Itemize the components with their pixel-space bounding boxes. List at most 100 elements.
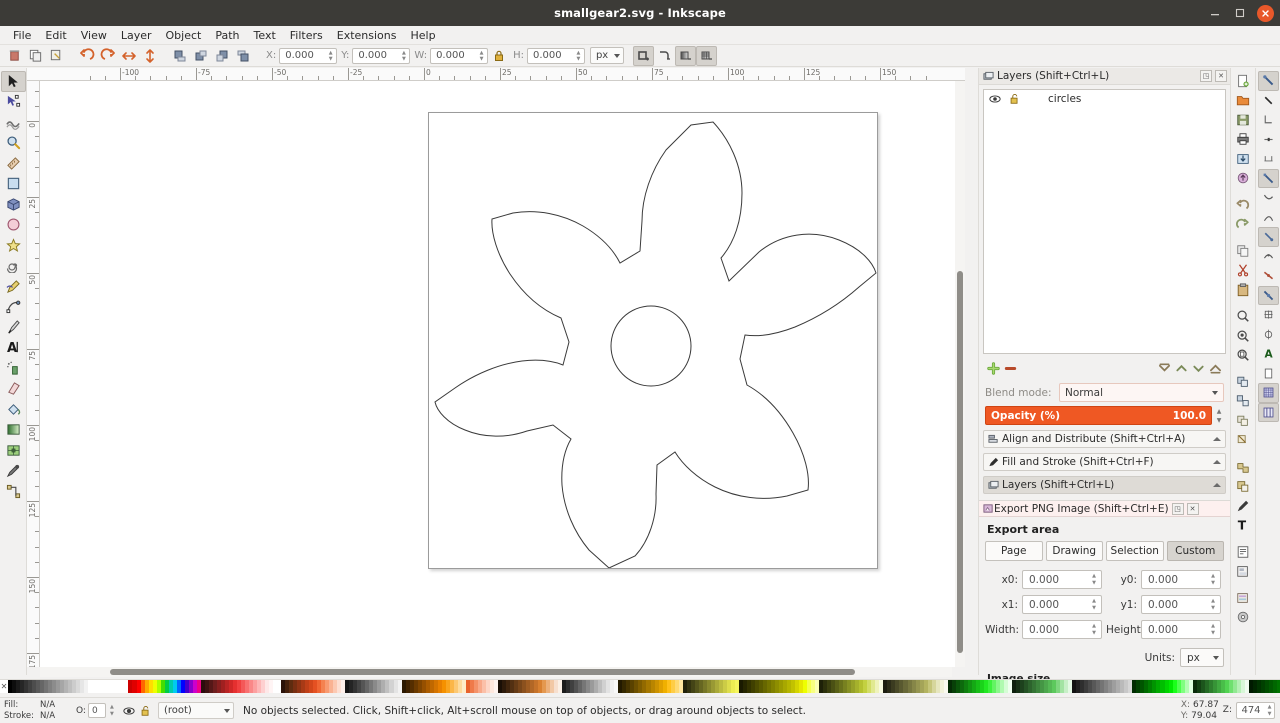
status-opacity-value[interactable]: 0 xyxy=(87,703,106,718)
menu-object[interactable]: Object xyxy=(159,28,209,43)
document-properties-icon[interactable] xyxy=(1233,608,1254,628)
snap-grid-icon[interactable] xyxy=(1257,383,1279,403)
copy-icon[interactable] xyxy=(1233,241,1254,261)
chevron-up-icon[interactable] xyxy=(1213,437,1221,441)
status-opacity-stepper[interactable]: ▲ ▼ xyxy=(108,704,116,718)
menu-filters[interactable]: Filters xyxy=(283,28,330,43)
raise-to-top-icon[interactable] xyxy=(169,46,190,66)
palette-scroll-icon[interactable]: ✕ xyxy=(0,680,8,693)
layers-list[interactable]: circles xyxy=(983,89,1226,354)
color-palette[interactable]: ✕ xyxy=(0,679,1280,693)
x1-field[interactable]: 0.000 ▲ ▼ xyxy=(1022,595,1102,614)
redo-icon[interactable] xyxy=(1233,215,1254,235)
export-area-page-button[interactable]: Page xyxy=(985,541,1043,561)
unclone-icon[interactable] xyxy=(1233,431,1254,451)
snap-object-center-icon[interactable] xyxy=(1258,305,1279,325)
lower-icon[interactable] xyxy=(211,46,232,66)
star-tool[interactable] xyxy=(1,235,26,256)
width-stepper[interactable]: ▲ ▼ xyxy=(1089,623,1099,637)
spray-tool[interactable] xyxy=(1,358,26,379)
paste-icon[interactable] xyxy=(1233,280,1254,300)
snap-page-border-icon[interactable] xyxy=(1258,364,1279,384)
y-stepper[interactable]: ▲ ▼ xyxy=(399,50,408,62)
export-units-select[interactable]: px xyxy=(1180,648,1224,667)
menu-edit[interactable]: Edit xyxy=(38,28,73,43)
pencil-tool[interactable] xyxy=(1,276,26,297)
import-icon[interactable] xyxy=(1233,149,1254,169)
flip-horizontal-icon[interactable] xyxy=(118,46,139,66)
drawing-canvas[interactable] xyxy=(40,81,965,667)
lower-layer-icon[interactable] xyxy=(1190,360,1207,377)
clone-icon[interactable] xyxy=(1233,411,1254,431)
eraser-tool[interactable] xyxy=(1,379,26,400)
height-field[interactable]: 0.000 ▲ ▼ xyxy=(1141,620,1221,639)
raise-layer-icon[interactable] xyxy=(1173,360,1190,377)
duplicate-icon[interactable] xyxy=(25,46,46,66)
save-document-icon[interactable] xyxy=(1233,110,1254,130)
connector-tool[interactable] xyxy=(1,481,26,502)
snap-bbox-edge-icon[interactable] xyxy=(1258,130,1279,150)
h-stepper[interactable]: ▲ ▼ xyxy=(574,50,583,62)
export-icon[interactable] xyxy=(1233,169,1254,189)
snap-text-baseline-icon[interactable]: A xyxy=(1258,344,1279,364)
gear-center-circle[interactable] xyxy=(610,305,692,387)
text-and-font-icon[interactable]: T xyxy=(1233,516,1254,536)
eye-icon[interactable] xyxy=(989,93,1001,105)
zoom-stepper[interactable]: ▲ ▼ xyxy=(1265,704,1274,718)
bucket-fill-tool[interactable] xyxy=(1,399,26,420)
raise-layer-to-top-icon[interactable] xyxy=(1156,360,1173,377)
snap-bbox-icon[interactable] xyxy=(1258,91,1279,111)
maximize-button[interactable] xyxy=(1232,5,1248,21)
vertical-scrollbar[interactable] xyxy=(955,81,965,667)
collapsed-panel-align[interactable]: Align and Distribute (Shift+Ctrl+A) xyxy=(983,430,1226,448)
preferences-icon[interactable] xyxy=(1233,588,1254,608)
difference-icon[interactable] xyxy=(1233,477,1254,497)
menu-extensions[interactable]: Extensions xyxy=(330,28,404,43)
bezier-tool[interactable] xyxy=(1,297,26,318)
snap-guide-icon[interactable] xyxy=(1257,402,1279,422)
menu-text[interactable]: Text xyxy=(247,28,283,43)
menu-file[interactable]: File xyxy=(6,28,38,43)
layer-lock-icon[interactable] xyxy=(140,705,151,717)
export-panel-float-button[interactable]: ◳ xyxy=(1171,502,1184,515)
menu-path[interactable]: Path xyxy=(208,28,246,43)
status-layer-select[interactable]: (root) xyxy=(157,702,234,719)
add-layer-icon[interactable] xyxy=(985,360,1002,377)
raise-icon[interactable] xyxy=(190,46,211,66)
flip-vertical-icon[interactable] xyxy=(139,46,160,66)
calligraphy-tool[interactable] xyxy=(1,317,26,338)
affect-gradients-icon[interactable] xyxy=(675,45,697,66)
x0-field[interactable]: 0.000 ▲ ▼ xyxy=(1022,570,1102,589)
y-field[interactable]: ▲▼ xyxy=(352,47,411,64)
opacity-slider[interactable]: Opacity (%) 100.0 xyxy=(985,406,1212,425)
snap-bbox-midpoint-icon[interactable] xyxy=(1258,149,1279,169)
undo-icon[interactable] xyxy=(1233,195,1254,215)
spiral-tool[interactable] xyxy=(1,256,26,277)
width-field[interactable]: 0.000 ▲ ▼ xyxy=(1022,620,1102,639)
box3d-tool[interactable] xyxy=(1,194,26,215)
layer-name[interactable]: circles xyxy=(1048,93,1081,105)
zoom-tool[interactable] xyxy=(1,133,26,154)
snap-path-icon[interactable] xyxy=(1258,188,1279,208)
minimize-button[interactable] xyxy=(1207,5,1223,21)
export-area-custom-button[interactable]: Custom xyxy=(1166,541,1224,561)
lower-to-bottom-icon[interactable] xyxy=(232,46,253,66)
affect-corners-icon[interactable] xyxy=(654,46,675,66)
canvas-corner-button[interactable] xyxy=(953,667,965,677)
h-field[interactable]: ▲▼ xyxy=(526,47,585,64)
zoom-selection-icon[interactable] xyxy=(1233,307,1254,327)
measure-tool[interactable] xyxy=(1,153,26,174)
open-document-icon[interactable] xyxy=(1233,91,1254,111)
w-stepper[interactable]: ▲ ▼ xyxy=(477,50,486,62)
zoom-field[interactable]: 474 ▲ ▼ xyxy=(1236,702,1275,719)
vertical-scroll-thumb[interactable] xyxy=(957,271,963,653)
layers-panel-close-button[interactable]: ✕ xyxy=(1215,70,1227,82)
blend-mode-select[interactable]: Normal xyxy=(1059,383,1224,402)
clone-icon[interactable] xyxy=(46,46,67,66)
trash-icon[interactable] xyxy=(4,46,25,66)
cut-icon[interactable] xyxy=(1233,261,1254,281)
chevron-up-icon[interactable] xyxy=(1213,460,1221,464)
zoom-drawing-icon[interactable] xyxy=(1233,326,1254,346)
lock-ratio-icon[interactable] xyxy=(488,46,509,66)
tweak-tool[interactable] xyxy=(1,112,26,133)
